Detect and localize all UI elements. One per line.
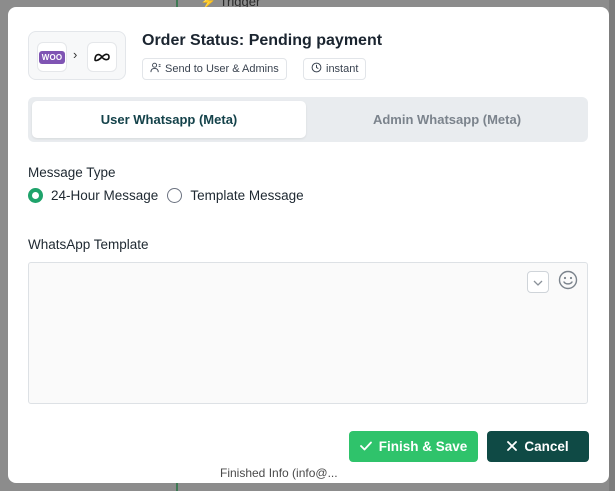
audience-badge: Send to User & Admins (142, 58, 287, 80)
workflow-modal: WOO › Order Status: Pending payment Send… (8, 7, 609, 483)
tab-admin-whatsapp[interactable]: Admin Whatsapp (Meta) (310, 101, 584, 138)
tab-user-whatsapp[interactable]: User Whatsapp (Meta) (32, 101, 306, 138)
timing-badge-label: instant (326, 63, 359, 75)
chevron-down-icon (533, 273, 543, 291)
audience-badge-label: Send to User & Admins (165, 63, 279, 75)
close-icon (507, 439, 518, 454)
woocommerce-badge-text: WOO (38, 50, 66, 64)
timing-badge: instant (303, 58, 367, 80)
check-icon (359, 439, 372, 454)
chevron-right-icon: › (73, 47, 78, 62)
whatsapp-template-editor[interactable] (28, 262, 588, 404)
users-icon (150, 62, 161, 76)
integration-flow: WOO › (28, 31, 126, 80)
variables-dropdown[interactable] (527, 271, 549, 293)
modal-title: Order Status: Pending payment (142, 32, 383, 49)
whatsapp-template-label: WhatsApp Template (28, 237, 149, 252)
clock-icon (311, 62, 322, 76)
background-scrollbar (609, 0, 615, 491)
meta-icon (87, 42, 117, 72)
radio-24-hour[interactable] (28, 188, 43, 203)
message-type-label: Message Type (28, 165, 116, 180)
radio-24-hour-label[interactable]: 24-Hour Message (51, 188, 158, 203)
finish-save-button[interactable]: Finish & Save (349, 431, 478, 462)
woocommerce-icon: WOO (37, 42, 67, 72)
recipient-tabs: User Whatsapp (Meta) Admin Whatsapp (Met… (28, 97, 588, 142)
message-type-options: 24-Hour Message Template Message (28, 188, 313, 203)
radio-template-label[interactable]: Template Message (190, 188, 303, 203)
emoji-picker-button[interactable] (557, 270, 579, 295)
smiley-icon (558, 270, 578, 295)
finish-save-label: Finish & Save (378, 439, 468, 454)
cancel-button[interactable]: Cancel (487, 431, 589, 462)
background-bottom-text: Finished Info (info@... (220, 466, 338, 480)
cancel-label: Cancel (524, 439, 569, 454)
modal-header: WOO › Order Status: Pending payment Send… (28, 31, 589, 83)
radio-template[interactable] (167, 188, 183, 203)
